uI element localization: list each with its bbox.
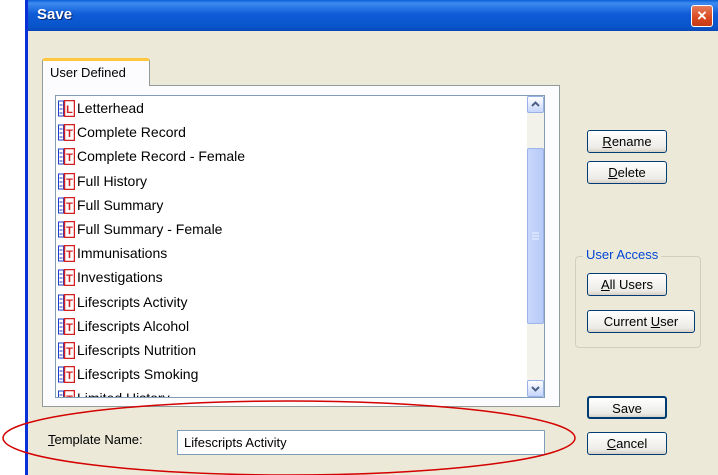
template-document-icon: T <box>58 366 75 384</box>
list-item-label: Lifescripts Alcohol <box>77 317 190 334</box>
current-user-button[interactable]: Current User <box>587 310 695 333</box>
list-item[interactable]: T Investigations <box>58 266 518 290</box>
template-document-icon: L <box>58 100 75 117</box>
template-document-icon: T <box>58 269 75 287</box>
title-bar[interactable]: Save × <box>28 0 718 31</box>
vertical-scrollbar[interactable] <box>527 96 544 397</box>
list-item-label: Full Summary <box>77 196 164 213</box>
scroll-up-button[interactable] <box>527 96 544 113</box>
list-item[interactable]: T Full Summary <box>58 194 518 218</box>
list-item[interactable]: T Complete Record <box>58 121 518 145</box>
close-icon: × <box>697 6 707 25</box>
list-item[interactable]: T Limited History <box>58 387 518 398</box>
tab-user-defined[interactable]: User Defined <box>42 58 150 86</box>
close-button[interactable]: × <box>691 5 713 27</box>
list-item-label: Limited History <box>77 390 170 397</box>
list-item-label: Lifescripts Nutrition <box>77 342 197 358</box>
list-item-label: Investigations <box>77 269 163 286</box>
user-access-group <box>575 256 701 348</box>
list-item-label: Letterhead <box>77 100 144 116</box>
list-item[interactable]: T Immunisations <box>58 242 518 266</box>
list-item[interactable]: T Complete Record - Female <box>58 145 518 169</box>
rename-button[interactable]: Rename <box>587 130 667 153</box>
svg-text:T: T <box>66 370 73 382</box>
scroll-thumb[interactable] <box>527 148 544 324</box>
svg-text:T: T <box>66 346 73 358</box>
list-item-label: Lifescripts Smoking <box>77 366 199 383</box>
template-list[interactable]: L Letterhead T Complete Record T Complete Rec… <box>55 95 545 398</box>
cancel-button[interactable]: Cancel <box>587 432 667 455</box>
list-item[interactable]: L Letterhead <box>58 97 518 121</box>
list-item[interactable]: T Lifescripts Alcohol <box>58 315 518 339</box>
template-name-input[interactable] <box>177 430 545 455</box>
svg-text:T: T <box>66 152 73 164</box>
template-name-label: Template Name: <box>48 432 143 447</box>
template-document-icon: T <box>58 124 75 142</box>
list-item-label: Immunisations <box>77 245 168 262</box>
svg-text:T: T <box>66 298 73 310</box>
template-document-icon: T <box>58 317 75 335</box>
template-document-icon: T <box>58 390 75 398</box>
tab-label: User Defined <box>50 65 126 80</box>
window-title: Save <box>37 6 73 23</box>
template-document-icon: T <box>58 342 75 359</box>
scroll-down-button[interactable] <box>527 380 544 397</box>
svg-text:T: T <box>66 394 73 398</box>
delete-button[interactable]: Delete <box>587 161 667 184</box>
list-item-label: Lifescripts Activity <box>77 293 188 310</box>
grip-icon <box>532 232 539 240</box>
list-item-label: Full History <box>77 172 148 189</box>
list-item[interactable]: T Full History <box>58 170 518 194</box>
svg-text:T: T <box>66 128 73 140</box>
list-item[interactable]: T Lifescripts Nutrition <box>58 339 518 363</box>
chevron-down-icon <box>531 386 540 392</box>
svg-text:T: T <box>66 201 73 213</box>
list-item[interactable]: T Lifescripts Activity <box>58 291 518 315</box>
chevron-up-icon <box>531 101 540 107</box>
list-item-label: Full Summary - Female <box>77 221 223 237</box>
template-document-icon: T <box>58 293 75 311</box>
list-item[interactable]: T Full Summary - Female <box>58 218 518 242</box>
template-document-icon: T <box>58 245 75 263</box>
svg-text:T: T <box>66 225 73 237</box>
template-document-icon: T <box>58 221 75 238</box>
svg-text:T: T <box>66 249 73 261</box>
svg-text:T: T <box>66 273 73 285</box>
template-document-icon: T <box>58 148 75 166</box>
svg-text:T: T <box>66 177 73 189</box>
list-item-label: Complete Record - Female <box>77 148 246 165</box>
svg-text:L: L <box>66 104 73 116</box>
template-document-icon: T <box>58 196 75 214</box>
list-item[interactable]: T Lifescripts Smoking <box>58 363 518 387</box>
list-item-label: Complete Record <box>77 124 186 141</box>
all-users-button[interactable]: All Users <box>587 273 667 296</box>
svg-text:T: T <box>66 322 73 334</box>
template-document-icon: T <box>58 172 75 190</box>
user-access-label: User Access <box>583 247 662 262</box>
save-button[interactable]: Save <box>587 396 667 419</box>
